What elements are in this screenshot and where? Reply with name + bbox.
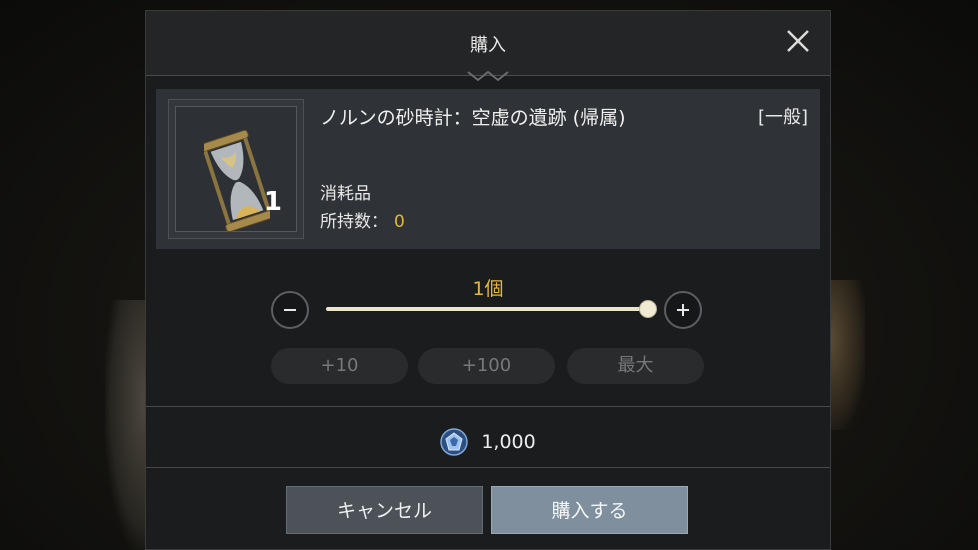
item-quantity: 1 [263,187,282,217]
close-icon[interactable] [784,27,812,55]
plus10-button[interactable]: +10 [271,348,408,384]
price-value: 1,000 [481,431,536,453]
item-owned: 所持数： 0 [320,207,405,232]
item-slot[interactable]: 1 [168,99,304,239]
price-row: 1,000 [146,428,830,458]
divider [146,467,830,468]
item-card: 1 ノルンの砂時計：空虚の遺跡 (帰属) [一般] 消耗品 所持数： 0 [156,89,820,249]
cancel-button[interactable]: キャンセル [286,486,483,534]
crystal-currency-icon [440,428,468,456]
title-bar: 購入 [146,11,830,82]
item-name: ノルンの砂時計：空虚の遺跡 (帰属) [320,107,626,129]
quantity-slider[interactable] [326,307,648,311]
slider-thumb[interactable] [639,300,657,318]
purchase-dialog: 購入 1 ノルンの砂時計：空虚の遺跡 (帰属) [一般] 消耗品 所持数： 0 … [145,10,831,550]
decrease-button[interactable] [271,291,309,329]
minus-icon [284,309,296,311]
title-ornament-icon [467,70,509,82]
plus-icon [677,304,689,316]
increase-button[interactable] [664,291,702,329]
dialog-title: 購入 [470,35,506,56]
owned-label: 所持数： [320,212,388,232]
owned-value: 0 [394,212,405,232]
buy-button[interactable]: 購入する [491,486,688,534]
item-slot-frame: 1 [175,106,297,233]
quantity-count: 1個 [472,278,504,300]
max-button[interactable]: 最大 [567,348,704,384]
item-type: 消耗品 [320,184,371,204]
divider [146,406,830,407]
hourglass-icon [204,129,270,233]
plus100-button[interactable]: +100 [418,348,555,384]
item-grade: [一般] [757,107,808,128]
